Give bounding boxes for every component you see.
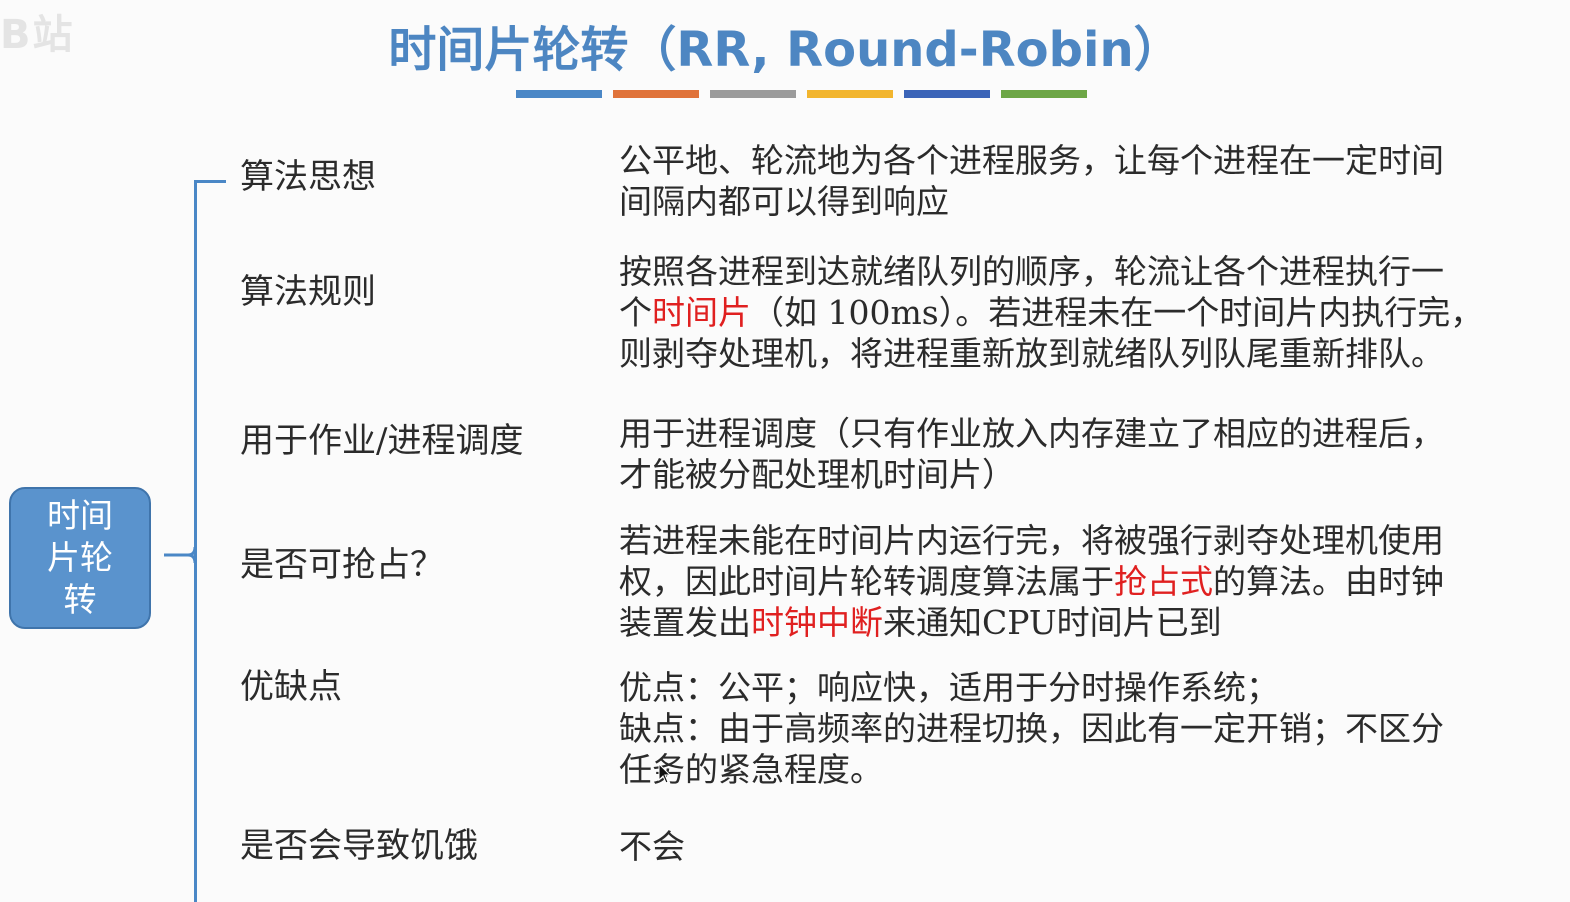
row-label-starvation: 是否会导致饥饿 [240, 826, 478, 866]
title-bar-3 [710, 90, 796, 98]
desc-line: 若进程未能在时间片内运行完，将被强行剥夺处理机使用 [619, 520, 1549, 561]
root-node: 时间片轮转 [9, 487, 151, 629]
desc-line: 按照各进程到达就绪队列的顺序，轮流让各个进程执行一 [619, 251, 1549, 292]
desc-text: 才能被分配处理机时间片） [619, 455, 1015, 494]
desc-text: （如 100ms）。若进程未在一个时间片内执行完， [751, 293, 1484, 332]
bracket-connector [164, 547, 197, 563]
desc-text: 权，因此时间片轮转调度算法属于 [619, 562, 1114, 601]
desc-text: 用于进程调度（只有作业放入内存建立了相应的进程后， [619, 414, 1444, 453]
desc-text: 则剥夺处理机，将进程重新放到就绪队列队尾重新排队。 [619, 334, 1444, 373]
desc-line: 不会 [619, 826, 1549, 867]
row-desc-idea: 公平地、轮流地为各个进程服务，让每个进程在一定时间 间隔内都可以得到响应 [619, 140, 1549, 222]
desc-text: 优点：公平；响应快，适用于分时操作系统； [619, 668, 1279, 707]
row-label-scope: 用于作业/进程调度 [240, 421, 524, 461]
row-desc-preemptive: 若进程未能在时间片内运行完，将被强行剥夺处理机使用 权，因此时间片轮转调度算法属于… [619, 520, 1549, 643]
row-label-rule: 算法规则 [240, 272, 376, 312]
title-bar-5 [904, 90, 990, 98]
highlight-term: 时间片 [652, 293, 751, 332]
desc-line: 缺点：由于高频率的进程切换，因此有一定开销；不区分 [619, 708, 1549, 749]
title-bar-2 [613, 90, 699, 98]
desc-text: 缺点：由于高频率的进程切换，因此有一定开销；不区分 [619, 709, 1444, 748]
row-desc-starvation: 不会 [619, 826, 1549, 867]
row-desc-pros-cons: 优点：公平；响应快，适用于分时操作系统； 缺点：由于高频率的进程切换，因此有一定开… [619, 667, 1549, 790]
highlight-term: 抢占式 [1114, 562, 1213, 601]
desc-line: 装置发出时钟中断来通知CPU时间片已到 [619, 602, 1549, 643]
desc-line: 公平地、轮流地为各个进程服务，让每个进程在一定时间 [619, 140, 1549, 181]
desc-text: 间隔内都可以得到响应 [619, 182, 949, 221]
desc-text: 若进程未能在时间片内运行完，将被强行剥夺处理机使用 [619, 521, 1444, 560]
row-desc-rule: 按照各进程到达就绪队列的顺序，轮流让各个进程执行一 个时间片（如 100ms）。若… [619, 251, 1549, 374]
desc-line: 间隔内都可以得到响应 [619, 181, 1549, 222]
desc-text: 装置发出 [619, 603, 751, 642]
row-desc-scope: 用于进程调度（只有作业放入内存建立了相应的进程后， 才能被分配处理机时间片） [619, 413, 1549, 495]
desc-line: 用于进程调度（只有作业放入内存建立了相应的进程后， [619, 413, 1549, 454]
desc-text: 的算法。由时钟 [1213, 562, 1444, 601]
desc-line: 则剥夺处理机，将进程重新放到就绪队列队尾重新排队。 [619, 333, 1549, 374]
title-bar-4 [807, 90, 893, 98]
title-bar-1 [516, 90, 602, 98]
desc-text: 个 [619, 293, 652, 332]
row-label-pros-cons: 优缺点 [240, 667, 342, 707]
desc-line: 任务的紧急程度。 [619, 749, 1549, 790]
bracket-top [194, 180, 226, 183]
desc-line: 优点：公平；响应快，适用于分时操作系统； [619, 667, 1549, 708]
highlight-term: 时钟中断 [751, 603, 883, 642]
row-label-idea: 算法思想 [240, 157, 376, 197]
bracket-line [194, 182, 197, 902]
desc-line: 才能被分配处理机时间片） [619, 454, 1549, 495]
desc-line: 权，因此时间片轮转调度算法属于抢占式的算法。由时钟 [619, 561, 1549, 602]
desc-text: 按照各进程到达就绪队列的顺序，轮流让各个进程执行一 [619, 252, 1444, 291]
mouse-cursor-icon [658, 763, 672, 784]
desc-text: 来通知CPU时间片已到 [883, 603, 1222, 642]
title-color-bars [516, 90, 1098, 98]
page-title: 时间片轮转（RR, Round-Robin） [388, 22, 1182, 78]
desc-line: 个时间片（如 100ms）。若进程未在一个时间片内执行完， [619, 292, 1549, 333]
title-bar-6 [1001, 90, 1087, 98]
row-label-preemptive: 是否可抢占？ [240, 545, 444, 585]
desc-text: 公平地、轮流地为各个进程服务，让每个进程在一定时间 [619, 141, 1444, 180]
desc-text: 不会 [619, 827, 685, 866]
root-node-label: 时间片轮转 [47, 496, 113, 619]
